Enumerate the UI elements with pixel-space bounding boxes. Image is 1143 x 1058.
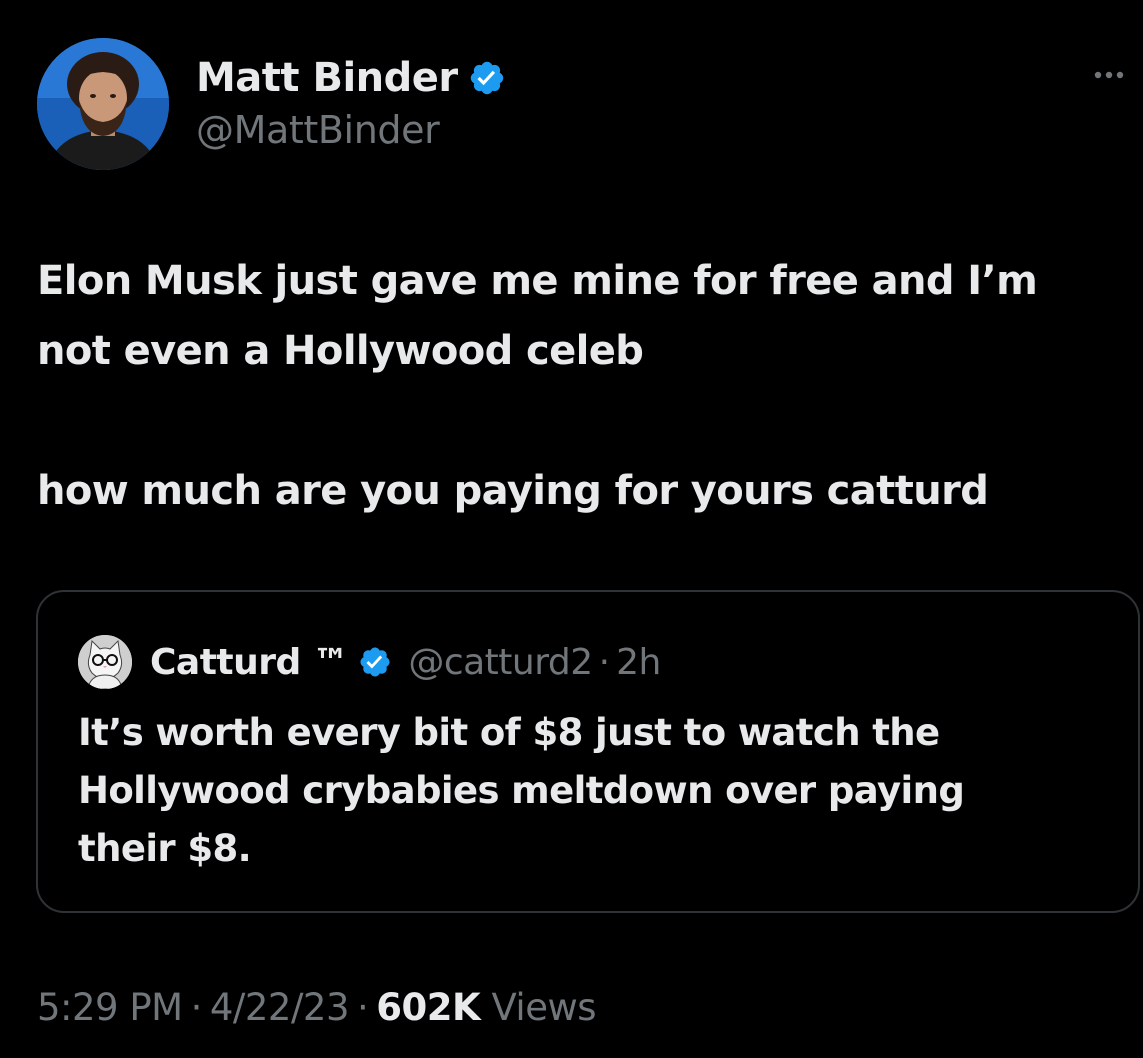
user-photo-avatar-icon xyxy=(37,38,169,170)
more-options-button[interactable] xyxy=(1090,60,1140,90)
verified-badge-icon xyxy=(468,59,506,97)
tweet-text: Elon Musk just gave me mine for free and… xyxy=(37,246,1127,526)
quoted-author-display-name[interactable]: Catturd ™ xyxy=(150,642,349,683)
tweet-date[interactable]: 4/22/23 xyxy=(210,986,350,1029)
quoted-author-avatar[interactable] xyxy=(78,635,132,689)
author-name-row: Matt Binder xyxy=(196,52,506,104)
meta-separator: · xyxy=(357,986,369,1029)
quoted-author-handle[interactable]: @catturd2 xyxy=(408,642,593,683)
quoted-text-line: Hollywood crybabies meltdown over paying xyxy=(78,769,965,812)
views-label[interactable]: Views xyxy=(491,986,596,1029)
ellipsis-icon xyxy=(1094,71,1124,79)
quoted-tweet-header: Catturd ™ @catturd2 · 2h xyxy=(78,634,661,690)
quoted-text-line: It’s worth every bit of $8 just to watch… xyxy=(78,711,940,754)
author-display-name[interactable]: Matt Binder xyxy=(196,55,458,101)
tweet-text-line: not even a Hollywood celeb xyxy=(37,328,644,374)
author-avatar[interactable] xyxy=(37,38,169,170)
tweet-text-line: how much are you paying for yours cattur… xyxy=(37,468,989,514)
tweet: Matt Binder @MattBinder Elon Musk just g… xyxy=(0,0,1143,1058)
quoted-text-line: their $8. xyxy=(78,827,252,870)
tweet-time[interactable]: 5:29 PM xyxy=(37,986,183,1029)
views-count[interactable]: 602K xyxy=(376,986,480,1029)
cat-avatar-icon xyxy=(78,635,132,689)
quoted-timestamp[interactable]: 2h xyxy=(616,642,661,683)
author-handle[interactable]: @MattBinder xyxy=(196,108,440,152)
tweet-meta: 5:29 PM · 4/22/23 · 602K Views xyxy=(37,986,597,1029)
tweet-text-line: Elon Musk just gave me mine for free and… xyxy=(37,258,1038,304)
quoted-separator: · xyxy=(598,641,611,683)
quoted-verified-badge-icon xyxy=(358,645,392,679)
meta-separator: · xyxy=(190,986,203,1029)
quoted-tweet-text: It’s worth every bit of $8 just to watch… xyxy=(78,704,1118,878)
quoted-tweet-card[interactable]: Catturd ™ @catturd2 · 2h It’s worth ever… xyxy=(36,590,1140,913)
